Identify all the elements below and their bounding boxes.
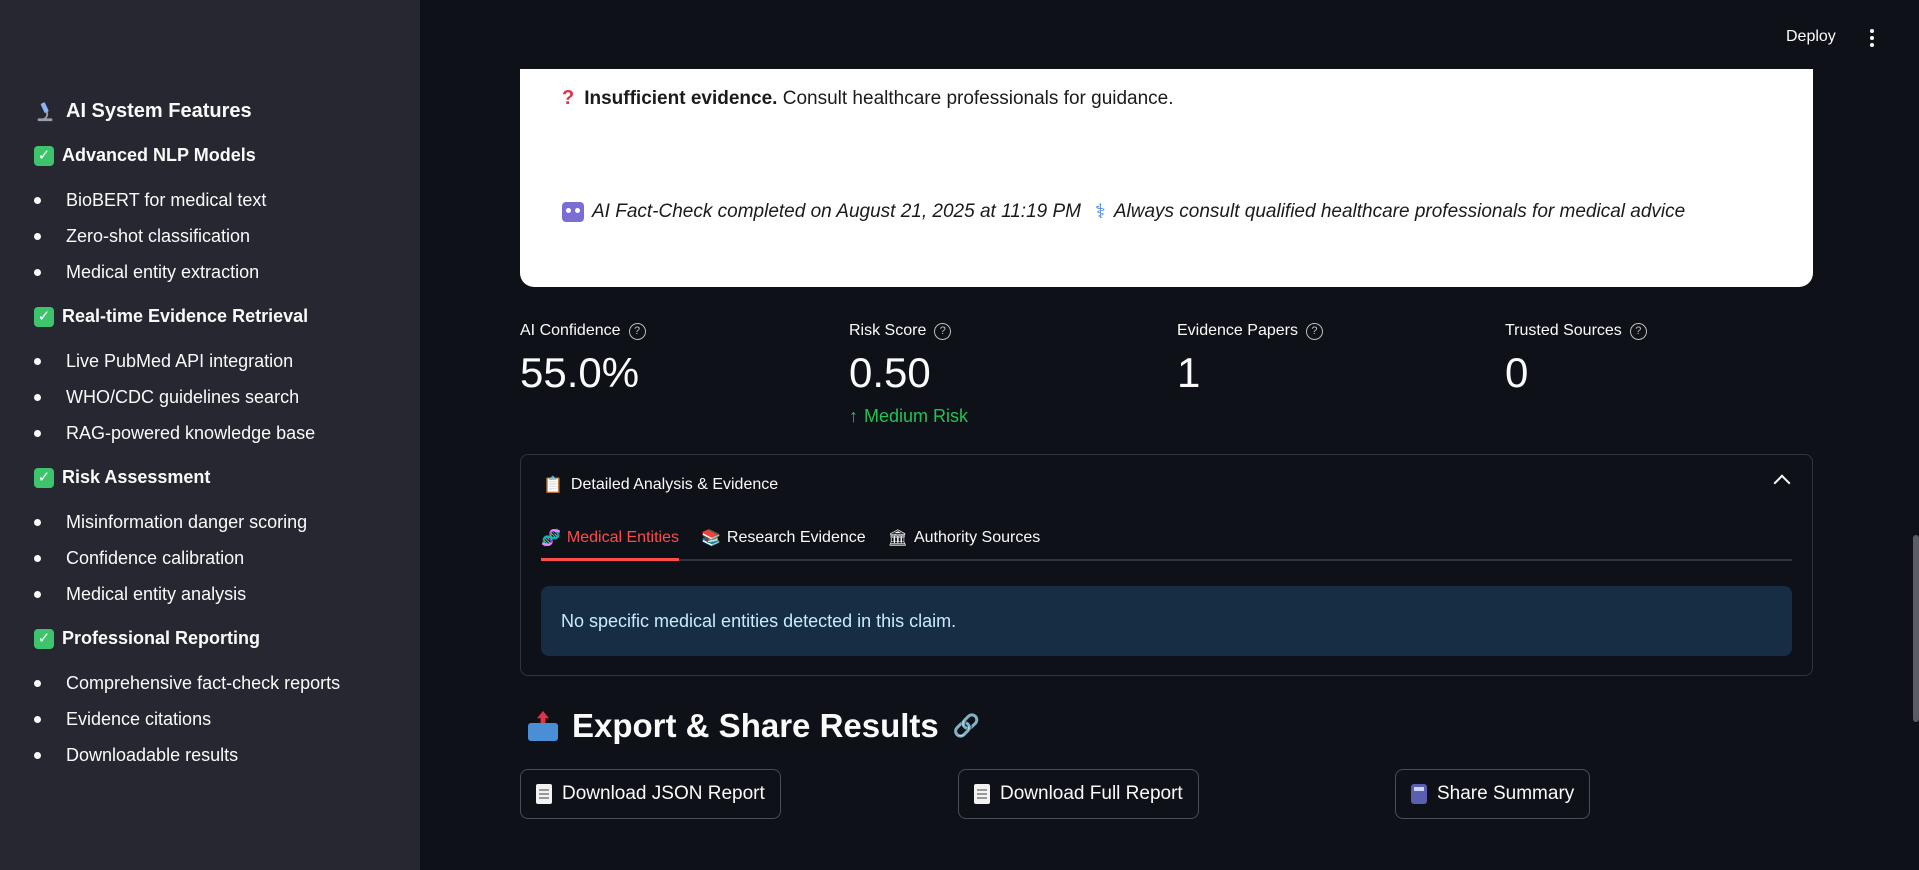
check-icon: ✓ bbox=[34, 628, 54, 649]
metrics-row: AI Confidence? 55.0% Risk Score? 0.50 ↑ … bbox=[520, 322, 1813, 432]
metric-value: 0 bbox=[1505, 349, 1529, 396]
list-item: Medical entity analysis bbox=[34, 576, 420, 612]
sidebar-section-reporting: ✓ Professional Reporting Comprehensive f… bbox=[34, 628, 420, 773]
help-icon[interactable]: ? bbox=[1629, 322, 1647, 340]
bank-icon: 🏛 bbox=[887, 530, 908, 547]
list-item: Confidence calibration bbox=[34, 540, 420, 576]
verdict-line: ? Insufficient evidence. Consult healthc… bbox=[562, 87, 1174, 110]
check-icon: ✓ bbox=[34, 467, 54, 488]
info-alert: No specific medical entities detected in… bbox=[541, 586, 1792, 656]
scrollbar[interactable] bbox=[1913, 535, 1919, 722]
chevron-up-icon[interactable] bbox=[1773, 474, 1791, 492]
dna-icon: 🧬 bbox=[541, 529, 561, 547]
metric-trusted-sources: Trusted Sources? 0 bbox=[1505, 322, 1647, 396]
result-card: ? Insufficient evidence. Consult healthc… bbox=[520, 69, 1813, 287]
expander-title: Detailed Analysis & Evidence bbox=[570, 476, 779, 493]
list-item: Evidence citations bbox=[34, 701, 420, 737]
section-heading-text: Professional Reporting bbox=[62, 628, 261, 648]
metric-value: 55.0% bbox=[520, 349, 640, 396]
question-icon: ? bbox=[562, 87, 575, 109]
metric-ai-confidence: AI Confidence? 55.0% bbox=[520, 322, 646, 396]
sidebar-section-retrieval: ✓ Real-time Evidence Retrieval Live PubM… bbox=[34, 306, 420, 451]
section-heading-text: Real-time Evidence Retrieval bbox=[62, 306, 309, 326]
main-menu-icon[interactable] bbox=[1869, 29, 1875, 47]
robot-icon bbox=[562, 201, 584, 222]
section-heading: ✓ Real-time Evidence Retrieval bbox=[34, 306, 420, 327]
link-icon[interactable]: 🔗 bbox=[953, 713, 980, 739]
sidebar: AI System Features ✓ Advanced NLP Models… bbox=[0, 0, 420, 870]
check-icon: ✓ bbox=[34, 145, 54, 166]
card-footer: AI Fact-Check completed on August 21, 20… bbox=[562, 199, 1685, 224]
share-summary-button[interactable]: Share Summary bbox=[1395, 769, 1591, 819]
feature-list: Misinformation danger scoring Confidence… bbox=[34, 504, 420, 612]
deploy-button[interactable]: Deploy bbox=[1786, 28, 1836, 46]
feature-list: Comprehensive fact-check reports Evidenc… bbox=[34, 665, 420, 773]
verdict-label: Insufficient evidence. bbox=[584, 87, 778, 109]
button-label: Download JSON Report bbox=[562, 783, 765, 804]
export-heading: Export & Share Results 🔗 bbox=[528, 707, 980, 745]
list-item: Live PubMed API integration bbox=[34, 343, 420, 379]
expander-header[interactable]: 📋 Detailed Analysis & Evidence bbox=[543, 475, 778, 495]
list-item: Downloadable results bbox=[34, 737, 420, 773]
section-heading: ✓ Advanced NLP Models bbox=[34, 145, 420, 166]
metric-label: Risk Score bbox=[849, 322, 927, 339]
section-heading-text: Risk Assessment bbox=[62, 467, 211, 487]
check-icon: ✓ bbox=[34, 306, 54, 327]
list-item: RAG-powered knowledge base bbox=[34, 415, 420, 451]
metric-value: 0.50 bbox=[849, 349, 931, 396]
metric-label: Evidence Papers bbox=[1177, 322, 1298, 339]
document-icon bbox=[974, 784, 990, 804]
help-icon[interactable]: ? bbox=[934, 322, 952, 340]
button-label: Download Full Report bbox=[1000, 783, 1183, 804]
list-item: Comprehensive fact-check reports bbox=[34, 665, 420, 701]
sidebar-section-risk: ✓ Risk Assessment Misinformation danger … bbox=[34, 467, 420, 612]
feature-list: BioBERT for medical text Zero-shot class… bbox=[34, 182, 420, 290]
metric-delta: ↑ Medium Risk bbox=[849, 406, 968, 427]
verdict-text: Consult healthcare professionals for gui… bbox=[782, 87, 1174, 109]
tab-bar: 🧬 Medical Entities 📚 Research Evidence 🏛… bbox=[541, 527, 1792, 561]
tab-medical-entities[interactable]: 🧬 Medical Entities bbox=[541, 527, 679, 561]
section-heading-text: Advanced NLP Models bbox=[62, 145, 256, 165]
metric-label: AI Confidence bbox=[520, 322, 621, 339]
help-icon[interactable]: ? bbox=[628, 322, 646, 340]
tab-research-evidence[interactable]: 📚 Research Evidence bbox=[701, 527, 866, 559]
feature-list: Live PubMed API integration WHO/CDC guid… bbox=[34, 343, 420, 451]
list-item: BioBERT for medical text bbox=[34, 182, 420, 218]
tab-authority-sources[interactable]: 🏛 Authority Sources bbox=[888, 527, 1041, 559]
section-heading: ✓ Professional Reporting bbox=[34, 628, 420, 649]
disclaimer-text: Always consult qualified healthcare prof… bbox=[1113, 200, 1686, 222]
sidebar-title-text: AI System Features bbox=[66, 100, 252, 122]
completed-text: AI Fact-Check completed on August 21, 20… bbox=[592, 200, 1081, 222]
clipboard-icon: 📋 bbox=[543, 477, 563, 494]
arrow-up-icon: ↑ bbox=[849, 406, 858, 426]
button-label: Share Summary bbox=[1437, 783, 1575, 804]
section-heading: ✓ Risk Assessment bbox=[34, 467, 420, 488]
caduceus-icon: ⚕ bbox=[1095, 201, 1106, 223]
tab-label: Research Evidence bbox=[726, 529, 866, 546]
download-full-report-button[interactable]: Download Full Report bbox=[958, 769, 1199, 819]
list-item: Misinformation danger scoring bbox=[34, 504, 420, 540]
metric-value: 1 bbox=[1177, 349, 1201, 396]
document-icon bbox=[536, 784, 552, 804]
inbox-icon bbox=[528, 711, 558, 741]
download-json-button[interactable]: Download JSON Report bbox=[520, 769, 781, 819]
help-icon[interactable]: ? bbox=[1305, 322, 1323, 340]
microscope-icon bbox=[37, 101, 53, 121]
metric-label: Trusted Sources bbox=[1505, 322, 1622, 339]
metric-evidence-papers: Evidence Papers? 1 bbox=[1177, 322, 1323, 396]
sidebar-section-nlp: ✓ Advanced NLP Models BioBERT for medica… bbox=[34, 145, 420, 290]
books-icon: 📚 bbox=[700, 530, 721, 547]
list-item: Zero-shot classification bbox=[34, 218, 420, 254]
calculator-icon bbox=[1411, 784, 1427, 804]
list-item: WHO/CDC guidelines search bbox=[34, 379, 420, 415]
sidebar-title: AI System Features bbox=[34, 100, 420, 123]
analysis-expander: 📋 Detailed Analysis & Evidence 🧬 Medical… bbox=[520, 454, 1813, 676]
metric-delta-text: Medium Risk bbox=[864, 406, 969, 426]
list-item: Medical entity extraction bbox=[34, 254, 420, 290]
tab-label: Medical Entities bbox=[566, 528, 679, 546]
export-heading-text: Export & Share Results bbox=[572, 707, 939, 744]
tab-label: Authority Sources bbox=[913, 529, 1041, 546]
metric-risk-score: Risk Score? 0.50 ↑ Medium Risk bbox=[849, 322, 968, 427]
